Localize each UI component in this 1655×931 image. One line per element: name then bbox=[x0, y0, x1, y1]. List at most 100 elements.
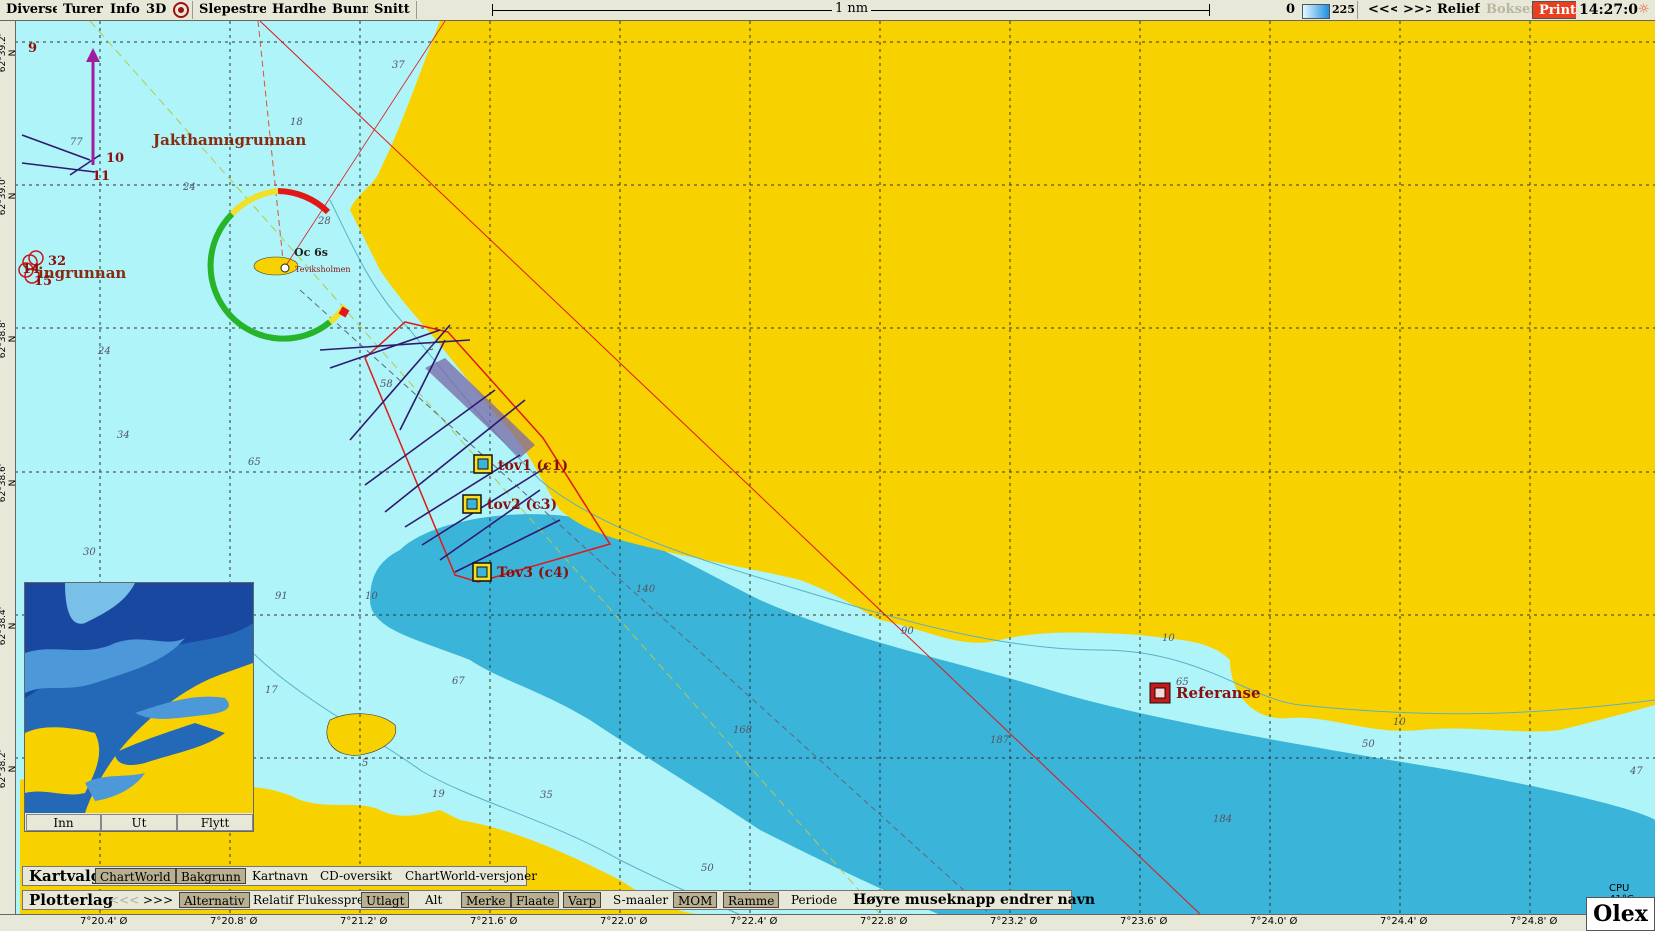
depth-sounding: 17 bbox=[265, 685, 278, 696]
lat-label: 62°38.8' N bbox=[0, 319, 18, 359]
plotterlag-flaate[interactable]: Flaate bbox=[511, 892, 560, 908]
sun-icon[interactable]: ☼ bbox=[1638, 1, 1650, 19]
plotterlag-title: Plotterlag bbox=[29, 891, 114, 909]
overview-inset: Inn Ut Flytt bbox=[24, 582, 254, 832]
lighthouse-icon[interactable] bbox=[280, 263, 290, 273]
lat-label: 62°38.2' N bbox=[0, 749, 18, 789]
depth-sounding: 10 bbox=[1162, 633, 1175, 644]
depth-sounding: 91 bbox=[275, 591, 288, 602]
mark-tov1-label: tov1 (c1) bbox=[498, 458, 568, 474]
kartvalg-kartnavn[interactable]: Kartnavn bbox=[248, 868, 312, 884]
lon-label: 7°23.2' Ø bbox=[990, 916, 1038, 927]
lon-label: 7°23.6' Ø bbox=[1120, 916, 1168, 927]
depth-sounding: 24 bbox=[182, 182, 196, 193]
kartvalg-cd-oversikt[interactable]: CD-oversikt bbox=[316, 868, 396, 884]
depth-sounding: 65 bbox=[248, 457, 261, 468]
kartvalg-bakgrunn[interactable]: Bakgrunn bbox=[176, 868, 246, 884]
menu-snitt[interactable]: Snitt bbox=[368, 1, 417, 19]
lat-label: 62°39.2' N bbox=[0, 33, 18, 73]
overview-map[interactable] bbox=[25, 583, 253, 813]
plotterlag-prev[interactable]: <<< bbox=[105, 892, 143, 908]
scale-label: 1 nm bbox=[832, 1, 872, 16]
target-icon[interactable] bbox=[170, 1, 193, 19]
mark-tov2-label: tov2 (c3) bbox=[487, 497, 557, 513]
menu-turer[interactable]: Turer bbox=[57, 1, 110, 19]
lat-label: 62°38.4' N bbox=[0, 606, 18, 646]
depth-sounding: 140 bbox=[636, 584, 656, 595]
menu-3d[interactable]: 3D bbox=[140, 1, 174, 19]
mark-tov1[interactable] bbox=[473, 454, 493, 474]
mark-tov3-label: Tov3 (c4) bbox=[497, 565, 569, 581]
depth-sounding: 5 bbox=[362, 758, 368, 769]
lat-label: 62°38.6' N bbox=[0, 463, 18, 503]
longitude-ruler: 7°20.4' Ø 7°20.8' Ø 7°21.2' Ø 7°21.6' Ø … bbox=[0, 914, 1655, 931]
kartvalg-chartworld-versjoner[interactable]: ChartWorld-versjoner bbox=[401, 868, 541, 884]
inset-zoom-in-button[interactable]: Inn bbox=[26, 814, 101, 831]
depth-sounding: 50 bbox=[1362, 739, 1375, 750]
inset-zoom-out-button[interactable]: Ut bbox=[101, 814, 177, 831]
place-jakthamngrunnan: Jakthamngrunnan bbox=[151, 131, 306, 149]
plotterlag-next[interactable]: >>> bbox=[139, 892, 177, 908]
plotterlag-s-maaler[interactable]: S-maaler bbox=[609, 892, 672, 908]
depth-sounding: 30 bbox=[83, 547, 96, 558]
kartvalg-panel: Kartvalg ChartWorld Bakgrunn Kartnavn CD… bbox=[22, 866, 537, 886]
lon-label: 7°22.8' Ø bbox=[860, 916, 908, 927]
lon-label: 7°20.4' Ø bbox=[80, 916, 128, 927]
lat-label: 62°39.0' N bbox=[0, 176, 18, 216]
lon-label: 7°21.2' Ø bbox=[340, 916, 388, 927]
lon-label: 7°22.4' Ø bbox=[730, 916, 778, 927]
depth-min-label: 0 bbox=[1284, 1, 1298, 19]
depth-sounding: 50 bbox=[701, 863, 714, 874]
track-number: 9 bbox=[28, 41, 37, 56]
track-number: 11 bbox=[92, 169, 110, 184]
depth-sounding: 28 bbox=[317, 216, 331, 227]
kartvalg-title: Kartvalg bbox=[29, 867, 102, 885]
track-number: 32 bbox=[48, 254, 66, 269]
top-toolbar: Diverse Turer Info 3D Slepestrek Hardhet… bbox=[0, 0, 1655, 21]
track-number: 14 bbox=[22, 262, 40, 277]
depth-sounding: 34 bbox=[117, 430, 130, 441]
depth-sounding: 18 bbox=[290, 117, 303, 128]
kartvalg-chartworld[interactable]: ChartWorld bbox=[95, 868, 176, 884]
depth-sounding: 2 bbox=[427, 342, 434, 353]
depth-sounding: 187 bbox=[990, 735, 1010, 746]
depth-sounding: 65 bbox=[1176, 677, 1189, 688]
depth-sounding: 184 bbox=[1213, 814, 1232, 825]
depth-sounding: 24 bbox=[97, 346, 111, 357]
plotterlag-merke[interactable]: Merke bbox=[461, 892, 511, 908]
lon-label: 7°21.6' Ø bbox=[470, 916, 518, 927]
island-teviksholmen bbox=[253, 256, 299, 276]
scale-bar-left bbox=[492, 4, 493, 16]
plotterlag-ramme[interactable]: Ramme bbox=[723, 892, 780, 908]
plotterlag-alt[interactable]: Alt bbox=[421, 892, 446, 908]
mark-tov3[interactable] bbox=[472, 562, 492, 582]
mark-referanse[interactable] bbox=[1149, 682, 1171, 704]
depth-sounding: 168 bbox=[733, 725, 752, 736]
depth-sounding: 35 bbox=[540, 790, 553, 801]
mark-tov2[interactable] bbox=[462, 494, 482, 514]
depth-color-ramp[interactable] bbox=[1302, 4, 1330, 19]
plotterlag-panel: Plotterlag <<< >>> Alternativ Relatif Fl… bbox=[22, 890, 1095, 910]
lon-label: 7°20.8' Ø bbox=[210, 916, 258, 927]
depth-sounding: 77 bbox=[70, 137, 83, 148]
scale-bar-right bbox=[1209, 4, 1210, 16]
lon-label: 7°22.0' Ø bbox=[600, 916, 648, 927]
plotterlag-utlagt[interactable]: Utlagt bbox=[361, 892, 410, 908]
lon-label: 7°24.8' Ø bbox=[1510, 916, 1558, 927]
plotterlag-alternativ[interactable]: Alternativ bbox=[179, 892, 250, 908]
depth-sounding: 90 bbox=[901, 626, 914, 637]
light-label: Oc 6s bbox=[294, 246, 328, 259]
plotterlag-varp[interactable]: Varp bbox=[563, 892, 602, 908]
depth-sounding: 10 bbox=[1393, 717, 1406, 728]
plotterlag-mom[interactable]: MOM bbox=[673, 892, 718, 908]
depth-sounding: 10 bbox=[365, 591, 378, 602]
inset-move-button[interactable]: Flytt bbox=[177, 814, 253, 831]
plotterlag-relatif-flukesspred[interactable]: Relatif Flukesspred bbox=[249, 892, 376, 908]
depth-sounding: 47 bbox=[1629, 766, 1643, 777]
plotterlag-hint: Høyre museknapp endrer navn bbox=[853, 892, 1096, 908]
depth-sounding: 37 bbox=[392, 60, 405, 71]
depth-max-label: 225 bbox=[1330, 1, 1358, 19]
plotterlag-periode[interactable]: Periode bbox=[787, 892, 841, 908]
lon-label: 7°24.0' Ø bbox=[1250, 916, 1298, 927]
light-island-label: Teviksholmen bbox=[295, 265, 350, 274]
